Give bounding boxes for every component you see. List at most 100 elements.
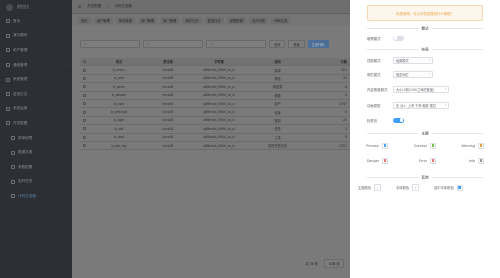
sidebar-item[interactable]: 数据字典: [0, 145, 72, 160]
table-cell: 设置: [274, 110, 281, 115]
row-checkbox[interactable]: [83, 127, 86, 131]
theme-color-item: Success: [406, 142, 436, 149]
logo-text: 很拉拉: [17, 4, 29, 9]
sidebar-item[interactable]: 定时任务: [0, 175, 72, 190]
row-checkbox[interactable]: [83, 102, 86, 106]
color-swatch[interactable]: [456, 184, 463, 191]
setting-label: 动画类型: [367, 103, 381, 108]
table-cell: 参数: [274, 93, 281, 98]
sidebar-item[interactable]: 演示模块 ›: [0, 29, 72, 44]
logo-bar[interactable]: 很拉拉: [0, 0, 72, 14]
sidebar-item-label: 数据字典: [18, 150, 33, 155]
sidebar-item[interactable]: 系统管理 ›: [0, 72, 72, 87]
sidebar-item-label: 演示模块: [13, 33, 28, 38]
sidebar-item[interactable]: 参数配置: [0, 160, 72, 175]
row-checkbox[interactable]: [83, 110, 86, 114]
sidebar-item[interactable]: 菜单权限: [0, 131, 72, 146]
column-header[interactable]: 说明: [250, 59, 305, 64]
tab-item[interactable]: 登录日志: [204, 16, 224, 24]
sidebar-item[interactable]: 开发配置 ›: [0, 116, 72, 131]
tab-item[interactable]: 角色管理: [115, 16, 135, 24]
column-header[interactable]: 行数: [305, 59, 350, 64]
table-cell: utf8mb4_0900_ai_ci: [203, 126, 235, 131]
sidebar-item[interactable]: 监测日志 ›: [0, 87, 72, 102]
filter-input[interactable]: ...: [143, 40, 203, 48]
table-row[interactable]: b_menu inno08 utf8mb4_0900_ai_ci 菜单 321: [80, 66, 350, 75]
tab-item[interactable]: 代码生成: [271, 16, 291, 24]
table-row[interactable]: b_setpar inno08 utf8mb4_0900_ai_ci 参数 0: [80, 92, 350, 100]
theme-color-item: Warning: [454, 142, 484, 149]
color-picker[interactable]: ▾: [374, 184, 382, 191]
color-swatch[interactable]: [382, 142, 388, 149]
sidebar-mode-select[interactable]: 固定侧栏 ▾: [393, 70, 433, 78]
sidebar-item[interactable]: 代码生成器: [0, 189, 72, 204]
column-header[interactable]: 表名: [90, 59, 148, 64]
row-checkbox[interactable]: [83, 93, 86, 97]
section-divider: 模式: [367, 26, 483, 32]
reset-button[interactable]: 重置: [288, 40, 305, 48]
page-size-select[interactable]: 10条/页: [324, 258, 344, 268]
table-cell: b_perm: [113, 84, 125, 89]
sidebar-item-label: 菜单权限: [18, 135, 33, 140]
table-row[interactable]: b_tool inno08 utf8mb4_0900_ai_ci 工具 0: [80, 134, 350, 142]
table-cell: utf8mb4_0900_ai_ci: [203, 135, 235, 140]
tab-item[interactable]: 操作日志: [182, 16, 202, 24]
animation-select[interactable]: 无 淡入 上滑 下滑 缩放 推拉 ▾: [393, 101, 449, 109]
color-picker[interactable]: ▾: [412, 184, 420, 191]
tab-item[interactable]: 部门管理: [137, 16, 158, 24]
row-checkbox[interactable]: [83, 68, 86, 72]
search-button[interactable]: 查询: [269, 40, 286, 48]
table-cell: 工具: [274, 135, 281, 140]
row-checkbox[interactable]: [83, 135, 86, 139]
tab-item[interactable]: 参数配置: [226, 16, 246, 24]
tab-item[interactable]: 文件列表: [248, 16, 269, 24]
section-title: 模式: [418, 26, 432, 32]
table-cell: 0: [344, 135, 347, 140]
table-row[interactable]: b_role inno08 utf8mb4_0900_ai_ci 角色 14: [80, 75, 350, 84]
tab-item[interactable]: 部门管理: [160, 16, 180, 24]
content-width-select[interactable]: 大小(0到1200之间的宽度) ▾: [393, 85, 449, 93]
table-row[interactable]: b_perm inno08 utf8mb4_0900_ai_ci 商品类 8: [80, 83, 350, 92]
sidebar-item[interactable]: 首页: [0, 14, 72, 29]
dark-mode-switch[interactable]: [393, 35, 404, 41]
color-swatch[interactable]: [430, 142, 436, 149]
filter-input[interactable]: ...: [80, 40, 140, 48]
color-swatch[interactable]: [478, 157, 484, 164]
sidebar-item-label: 通信管理: [13, 62, 28, 67]
chevron-icon: ›: [65, 121, 67, 126]
sidebar-item[interactable]: 系统运维 ›: [0, 102, 72, 117]
tabs-switch[interactable]: [393, 117, 404, 123]
section-title: 主题: [418, 131, 432, 137]
select-all-checkbox[interactable]: [83, 60, 86, 64]
tabs-bar: 首页 用户管理 角色管理 部门管理 部门管理 操作日志 登录日志 参数配置 文件列表 代码生成: [72, 14, 350, 26]
row-checkbox[interactable]: [83, 118, 86, 122]
color-swatch[interactable]: [430, 157, 436, 164]
table-row[interactable]: b_sign inno08 utf8mb4_0900_ai_ci 签到 22: [80, 117, 350, 126]
color-label: Warning: [461, 143, 475, 148]
table-row[interactable]: b_settings inno08 utf8mb4_0900_ai_ci 设置 0: [80, 108, 350, 117]
table-row[interactable]: b_job_log inno08 utf8mb4_0900_ai_ci 定时任务日志 1…: [80, 142, 350, 151]
tab-item[interactable]: 用户管理: [93, 16, 113, 24]
logo-icon: [6, 3, 13, 11]
table-row[interactable]: b_user inno08 utf8mb4_0900_ai_ci 用户 2747: [80, 100, 350, 109]
table-row[interactable]: b_xdt inno08 utf8mb4_0900_ai_ci 任务 2: [80, 125, 350, 134]
generate-button[interactable]: 生成代码: [307, 40, 329, 48]
sidebar-item[interactable]: 通信管理 ›: [0, 58, 72, 73]
row-checkbox[interactable]: [83, 76, 86, 80]
row-checkbox[interactable]: [83, 144, 86, 148]
breadcrumb-item[interactable]: 开发配置: [87, 4, 101, 9]
table-cell: 用户: [274, 102, 281, 107]
layout-select[interactable]: 经典模式 ▾: [393, 56, 433, 64]
menu-item-icon: [6, 77, 10, 82]
column-header[interactable]: 表注释: [148, 59, 188, 64]
sidebar-item[interactable]: 用户管理 ›: [0, 43, 72, 58]
color-swatch[interactable]: [382, 157, 388, 164]
filter-input[interactable]: ...: [206, 40, 266, 48]
row-checkbox[interactable]: [83, 85, 86, 89]
menu-toggle-icon[interactable]: ☰: [78, 5, 81, 9]
tab-item[interactable]: 首页: [78, 16, 91, 24]
table-cell: 角色: [274, 76, 281, 81]
chevron-icon: ›: [65, 33, 67, 38]
column-header[interactable]: 字符集: [188, 59, 250, 64]
color-swatch[interactable]: [478, 142, 484, 149]
